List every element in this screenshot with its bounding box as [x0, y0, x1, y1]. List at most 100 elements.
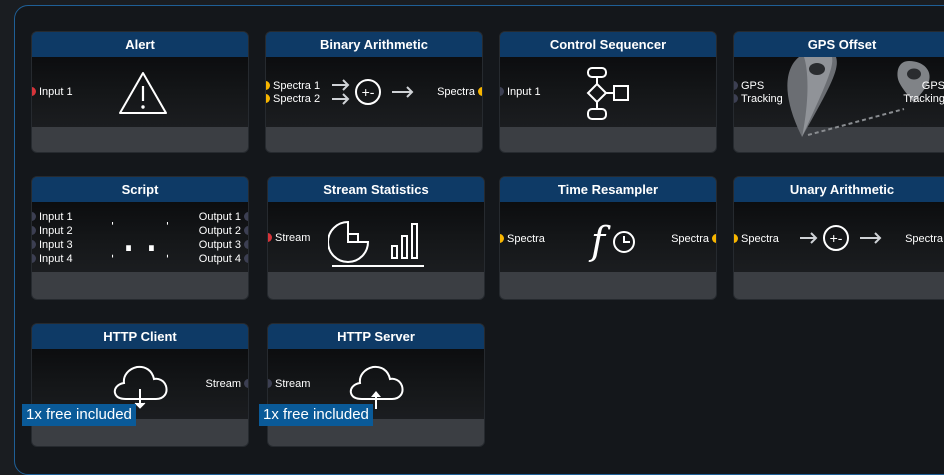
input-port-2[interactable]: Spectra 2	[266, 93, 321, 106]
input-port[interactable]: Spectra	[500, 233, 545, 246]
input-port[interactable]: Stream	[268, 232, 310, 245]
block-body: Spectra +- Spectra	[734, 202, 944, 272]
svg-text:+-: +-	[830, 230, 843, 246]
port-label: Input 1	[507, 86, 541, 98]
svg-text:+-: +-	[362, 84, 375, 100]
gray-port-dot[interactable]	[734, 94, 738, 103]
gray-port-dot[interactable]	[244, 212, 248, 221]
output-port[interactable]: Spectra	[671, 233, 716, 246]
yellow-port-dot[interactable]	[266, 81, 270, 90]
port-label: Spectra	[905, 233, 943, 245]
block-title: Unary Arithmetic	[734, 177, 944, 202]
free-included-badge: 1x free included	[22, 404, 136, 426]
output-port[interactable]: Spectra	[905, 233, 943, 246]
port-label: GPS	[741, 80, 765, 92]
yellow-port-dot[interactable]	[712, 234, 716, 243]
block-gps-offset[interactable]: GPS Offset GPS Tracking GPS Tracking	[733, 31, 944, 153]
input-port-1[interactable]: Input 1	[32, 211, 73, 224]
gray-port-dot[interactable]	[244, 254, 248, 263]
port-label: Spectra	[437, 86, 475, 98]
gray-port-dot[interactable]	[244, 226, 248, 235]
input-port-3[interactable]: Input 3	[32, 239, 73, 252]
block-body: Input 1	[500, 57, 716, 127]
block-body: Input 1 Input 2 Input 3 Input 4 {..} Out…	[32, 202, 248, 272]
gray-port-dot[interactable]	[734, 81, 738, 90]
input-port[interactable]: Input 1	[32, 86, 73, 99]
port-label: Input 1	[39, 211, 73, 223]
plus-minus-arithmetic-icon: +-	[800, 225, 882, 251]
output-port-1[interactable]: Output 1	[198, 211, 248, 224]
block-title: Stream Statistics	[268, 177, 484, 202]
port-label: Input 4	[39, 253, 73, 265]
block-title: Script	[32, 177, 248, 202]
port-label: Tracking	[903, 93, 944, 105]
function-clock-icon: f	[588, 219, 635, 262]
port-label: Output 1	[198, 211, 241, 223]
yellow-port-dot[interactable]	[478, 87, 482, 96]
block-binary-arithmetic[interactable]: Binary Arithmetic Spectra 1 Spectra 2 +-…	[265, 31, 483, 153]
output-port-2[interactable]: Output 2	[198, 225, 248, 238]
port-label: Spectra 1	[273, 80, 321, 92]
block-control-sequencer[interactable]: Control Sequencer Input 1	[499, 31, 717, 153]
svg-text:f: f	[588, 219, 611, 262]
gray-port-dot[interactable]	[32, 212, 36, 221]
input-port[interactable]: Stream	[268, 378, 310, 391]
gray-port-dot[interactable]	[32, 226, 36, 235]
yellow-port-dot[interactable]	[734, 234, 738, 243]
yellow-port-dot[interactable]	[500, 234, 504, 243]
input-port-gps[interactable]: GPS	[734, 80, 765, 93]
port-label: Spectra	[507, 233, 545, 245]
gray-port-dot[interactable]	[244, 240, 248, 249]
output-port-3[interactable]: Output 3	[198, 239, 248, 252]
port-label: Output 4	[198, 253, 241, 265]
block-script[interactable]: Script Input 1 Input 2 Input 3 Input 4 {…	[31, 176, 249, 300]
gray-port-dot[interactable]	[32, 240, 36, 249]
port-label: Input 3	[39, 239, 73, 251]
block-body: Stream	[268, 202, 484, 272]
gray-port-dot[interactable]	[500, 87, 504, 96]
input-port[interactable]: Input 1	[500, 86, 541, 99]
block-time-resampler[interactable]: Time Resampler Spectra f Spectra	[499, 176, 717, 300]
block-title: Alert	[32, 32, 248, 57]
output-port-gps[interactable]: GPS	[922, 80, 944, 93]
red-port-dot[interactable]	[268, 233, 272, 242]
output-port-tracking[interactable]: Tracking	[903, 93, 944, 106]
block-body: Spectra 1 Spectra 2 +- Spectra	[266, 57, 482, 127]
input-port-tracking[interactable]: Tracking	[734, 93, 783, 106]
output-port[interactable]: Spectra	[437, 86, 482, 99]
block-alert[interactable]: Alert Input 1	[31, 31, 249, 153]
block-body: GPS Tracking GPS Tracking	[734, 57, 944, 137]
block-title: Time Resampler	[500, 177, 716, 202]
output-port[interactable]: Stream	[205, 378, 248, 391]
port-label: Spectra	[741, 233, 779, 245]
yellow-port-dot[interactable]	[266, 94, 270, 103]
plus-minus-arithmetic-icon: +-	[332, 79, 414, 105]
block-title: HTTP Client	[32, 324, 248, 349]
output-port-4[interactable]: Output 4	[198, 253, 248, 266]
block-http-client[interactable]: HTTP Client Stream	[31, 323, 249, 447]
red-port-dot[interactable]	[32, 87, 36, 96]
port-label: Spectra 2	[273, 93, 321, 105]
gray-port-dot[interactable]	[32, 254, 36, 263]
input-port-2[interactable]: Input 2	[32, 225, 73, 238]
flowchart-icon	[586, 67, 629, 120]
block-unary-arithmetic[interactable]: Unary Arithmetic Spectra +- Spectra	[733, 176, 944, 300]
block-body: Input 1	[32, 57, 248, 127]
input-port-4[interactable]: Input 4	[32, 253, 73, 266]
block-http-server[interactable]: HTTP Server Stream	[267, 323, 485, 447]
port-label: GPS	[921, 80, 944, 92]
block-body: Spectra f Spectra	[500, 202, 716, 272]
port-label: Tracking	[741, 93, 783, 105]
gray-port-dot[interactable]	[268, 379, 272, 388]
port-label: Spectra	[671, 233, 709, 245]
block-title: Binary Arithmetic	[266, 32, 482, 57]
block-stream-statistics[interactable]: Stream Statistics Stream	[267, 176, 485, 300]
gray-port-dot[interactable]	[244, 379, 248, 388]
input-port[interactable]: Spectra	[734, 233, 779, 246]
port-label: Output 3	[198, 239, 241, 251]
port-label: Input 2	[39, 225, 73, 237]
port-label: Stream	[205, 378, 241, 390]
block-title: GPS Offset	[734, 32, 944, 57]
input-port-1[interactable]: Spectra 1	[266, 80, 321, 93]
port-label: Output 2	[198, 225, 241, 237]
